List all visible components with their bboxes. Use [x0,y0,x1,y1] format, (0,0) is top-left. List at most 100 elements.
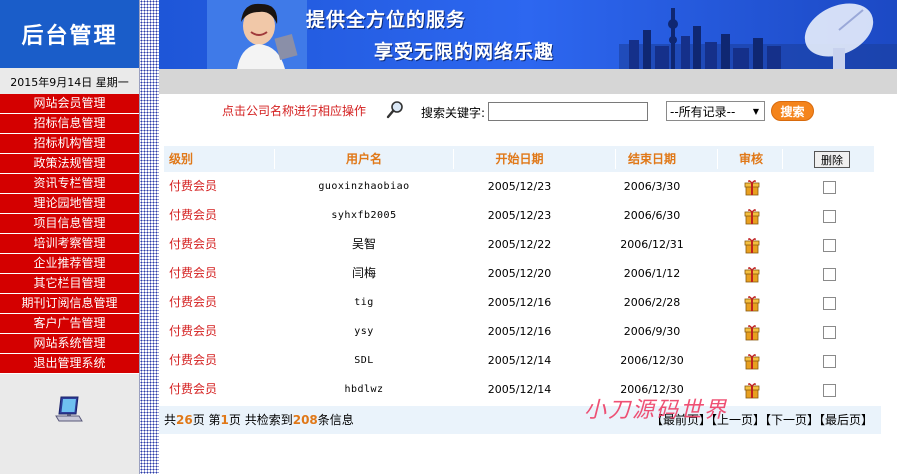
delete-button[interactable]: 删除 [814,151,850,168]
username-cell: guoxinzhaobiao [318,181,410,192]
sidebar-item-logout[interactable]: 退出管理系统 [0,354,139,374]
sidebar-item-tender-agency[interactable]: 招标机构管理 [0,134,139,154]
table-header: 级别 用户名 开始日期 结束日期 审核 删除 [164,146,874,172]
row-select-checkbox[interactable] [823,326,836,339]
start-date-cell: 2005/12/14 [487,383,552,396]
sidebar-item-training[interactable]: 培训考察管理 [0,234,139,254]
member-level-link[interactable]: 付费会员 [169,317,217,346]
row-select-checkbox[interactable] [823,210,836,223]
city-skyline-image [619,3,897,69]
member-level-link[interactable]: 付费会员 [169,230,217,259]
table-row: 付费会员 吴智 2005/12/22 2006/12/31 [164,230,874,259]
sidebar-item-system[interactable]: 网站系统管理 [0,334,139,354]
row-select-checkbox[interactable] [823,239,836,252]
summary-prefix: 共 [164,413,177,427]
member-level-link[interactable]: 付费会员 [169,346,217,375]
header-divider [717,149,718,169]
audit-gift-icon[interactable] [744,323,764,341]
admin-title: 后台管理 [0,0,139,68]
audit-gift-icon[interactable] [744,178,764,196]
table-row: 付费会员 闫梅 2005/12/20 2006/1/12 [164,259,874,288]
total-pages: 26 [176,413,193,427]
audit-gift-icon[interactable] [744,294,764,312]
member-level-link[interactable]: 付费会员 [169,172,217,201]
end-date-cell: 2006/9/30 [623,325,681,338]
audit-gift-icon[interactable] [744,352,764,370]
sidebar-item-member-admin[interactable]: 网站会员管理 [0,94,139,114]
table-row: 付费会员 guoxinzhaobiao 2005/12/23 2006/3/30 [164,172,874,201]
header-start-date: 开始日期 [495,152,544,166]
row-select-checkbox[interactable] [823,384,836,397]
start-date-cell: 2005/12/20 [487,267,552,280]
username-cell: 吴智 [351,237,376,251]
sidebar-item-tender-info[interactable]: 招标信息管理 [0,114,139,134]
row-select-checkbox[interactable] [823,297,836,310]
end-date-cell: 2006/2/28 [623,296,681,309]
toolbar-strip [159,69,897,94]
table-row: 付费会员 hbdlwz 2005/12/14 2006/12/30 [164,375,874,404]
sidebar-item-news-column[interactable]: 资讯专栏管理 [0,174,139,194]
watermark-text: 小刀源码世界 [584,398,729,423]
username-cell: tig [354,297,374,308]
username-cell: 闫梅 [351,266,376,280]
banner: 提供全方位的服务 享受无限的网络乐趣 [159,0,897,69]
magnifier-icon[interactable] [385,100,405,120]
sidebar-item-customer-ads[interactable]: 客户广告管理 [0,314,139,334]
end-date-cell: 2006/12/30 [620,354,684,367]
start-date-cell: 2005/12/16 [487,325,552,338]
username-cell: syhxfb2005 [331,210,397,221]
end-date-cell: 2006/3/30 [623,180,681,193]
page-summary: 共26页 第1页 共检索到208条信息 [164,406,354,434]
sidebar-item-theory[interactable]: 理论园地管理 [0,194,139,214]
current-page: 1 [220,413,229,427]
username-cell: SDL [354,355,374,366]
search-button[interactable]: 搜索 [771,101,814,121]
member-level-link[interactable]: 付费会员 [169,201,217,230]
banner-slogan-2: 享受无限的网络乐趣 [374,41,555,63]
table-row: 付费会员 tig 2005/12/16 2006/2/28 [164,288,874,317]
username-cell: ysy [354,326,374,337]
record-filter-select[interactable]: --所有记录-- ▼ [666,101,765,121]
search-label: 搜索关键字: [421,106,486,120]
member-level-link[interactable]: 付费会员 [169,259,217,288]
audit-gift-icon[interactable] [744,381,764,399]
header-level: 级别 [169,152,194,166]
sidebar-menu: 网站会员管理 招标信息管理 招标机构管理 政策法规管理 资讯专栏管理 理论园地管… [0,94,139,374]
end-date-cell: 2006/12/31 [620,238,684,251]
member-level-link[interactable]: 付费会员 [169,375,217,404]
sidebar: 后台管理 2015年9月14日 星期一 网站会员管理 招标信息管理 招标机构管理… [0,0,139,474]
header-username: 用户名 [345,152,382,166]
header-divider [782,149,783,169]
member-table: 级别 用户名 开始日期 结束日期 审核 删除 付费会员 guoxinzhaobia… [164,146,874,404]
table-row: 付费会员 SDL 2005/12/14 2006/12/30 [164,346,874,375]
sidebar-item-company-recommend[interactable]: 企业推荐管理 [0,254,139,274]
audit-gift-icon[interactable] [744,236,764,254]
start-date-cell: 2005/12/14 [487,354,552,367]
row-select-checkbox[interactable] [823,355,836,368]
summary-total-suffix: 条信息 [317,413,354,427]
row-select-checkbox[interactable] [823,181,836,194]
member-level-link[interactable]: 付费会员 [169,288,217,317]
sidebar-item-journal-subscription[interactable]: 期刊订阅信息管理 [0,294,139,314]
chevron-down-icon: ▼ [752,106,760,116]
header-end-date: 结束日期 [627,152,676,166]
end-date-cell: 2006/1/12 [623,267,681,280]
pagination-bar: 共26页 第1页 共检索到208条信息 【最前页】【上一页】【下一页】【最后页】 [159,406,881,434]
table-row: 付费会员 ysy 2005/12/16 2006/9/30 [164,317,874,346]
row-select-checkbox[interactable] [823,268,836,281]
start-date-cell: 2005/12/16 [487,296,552,309]
table-body: 付费会员 guoxinzhaobiao 2005/12/23 2006/3/30 付费会… [164,172,874,404]
sidebar-item-policy[interactable]: 政策法规管理 [0,154,139,174]
start-date-cell: 2005/12/23 [487,180,552,193]
audit-gift-icon[interactable] [744,265,764,283]
sidebar-item-other-columns[interactable]: 其它栏目管理 [0,274,139,294]
banner-slogan-1: 提供全方位的服务 [306,9,467,31]
search-input[interactable] [488,102,648,121]
record-filter-value: --所有记录-- [670,104,736,119]
username-cell: hbdlwz [344,384,384,395]
audit-gift-icon[interactable] [744,207,764,225]
smiling-woman-image [207,0,307,69]
start-date-cell: 2005/12/22 [487,238,552,251]
dotted-divider [139,0,159,474]
sidebar-item-project-info[interactable]: 项目信息管理 [0,214,139,234]
